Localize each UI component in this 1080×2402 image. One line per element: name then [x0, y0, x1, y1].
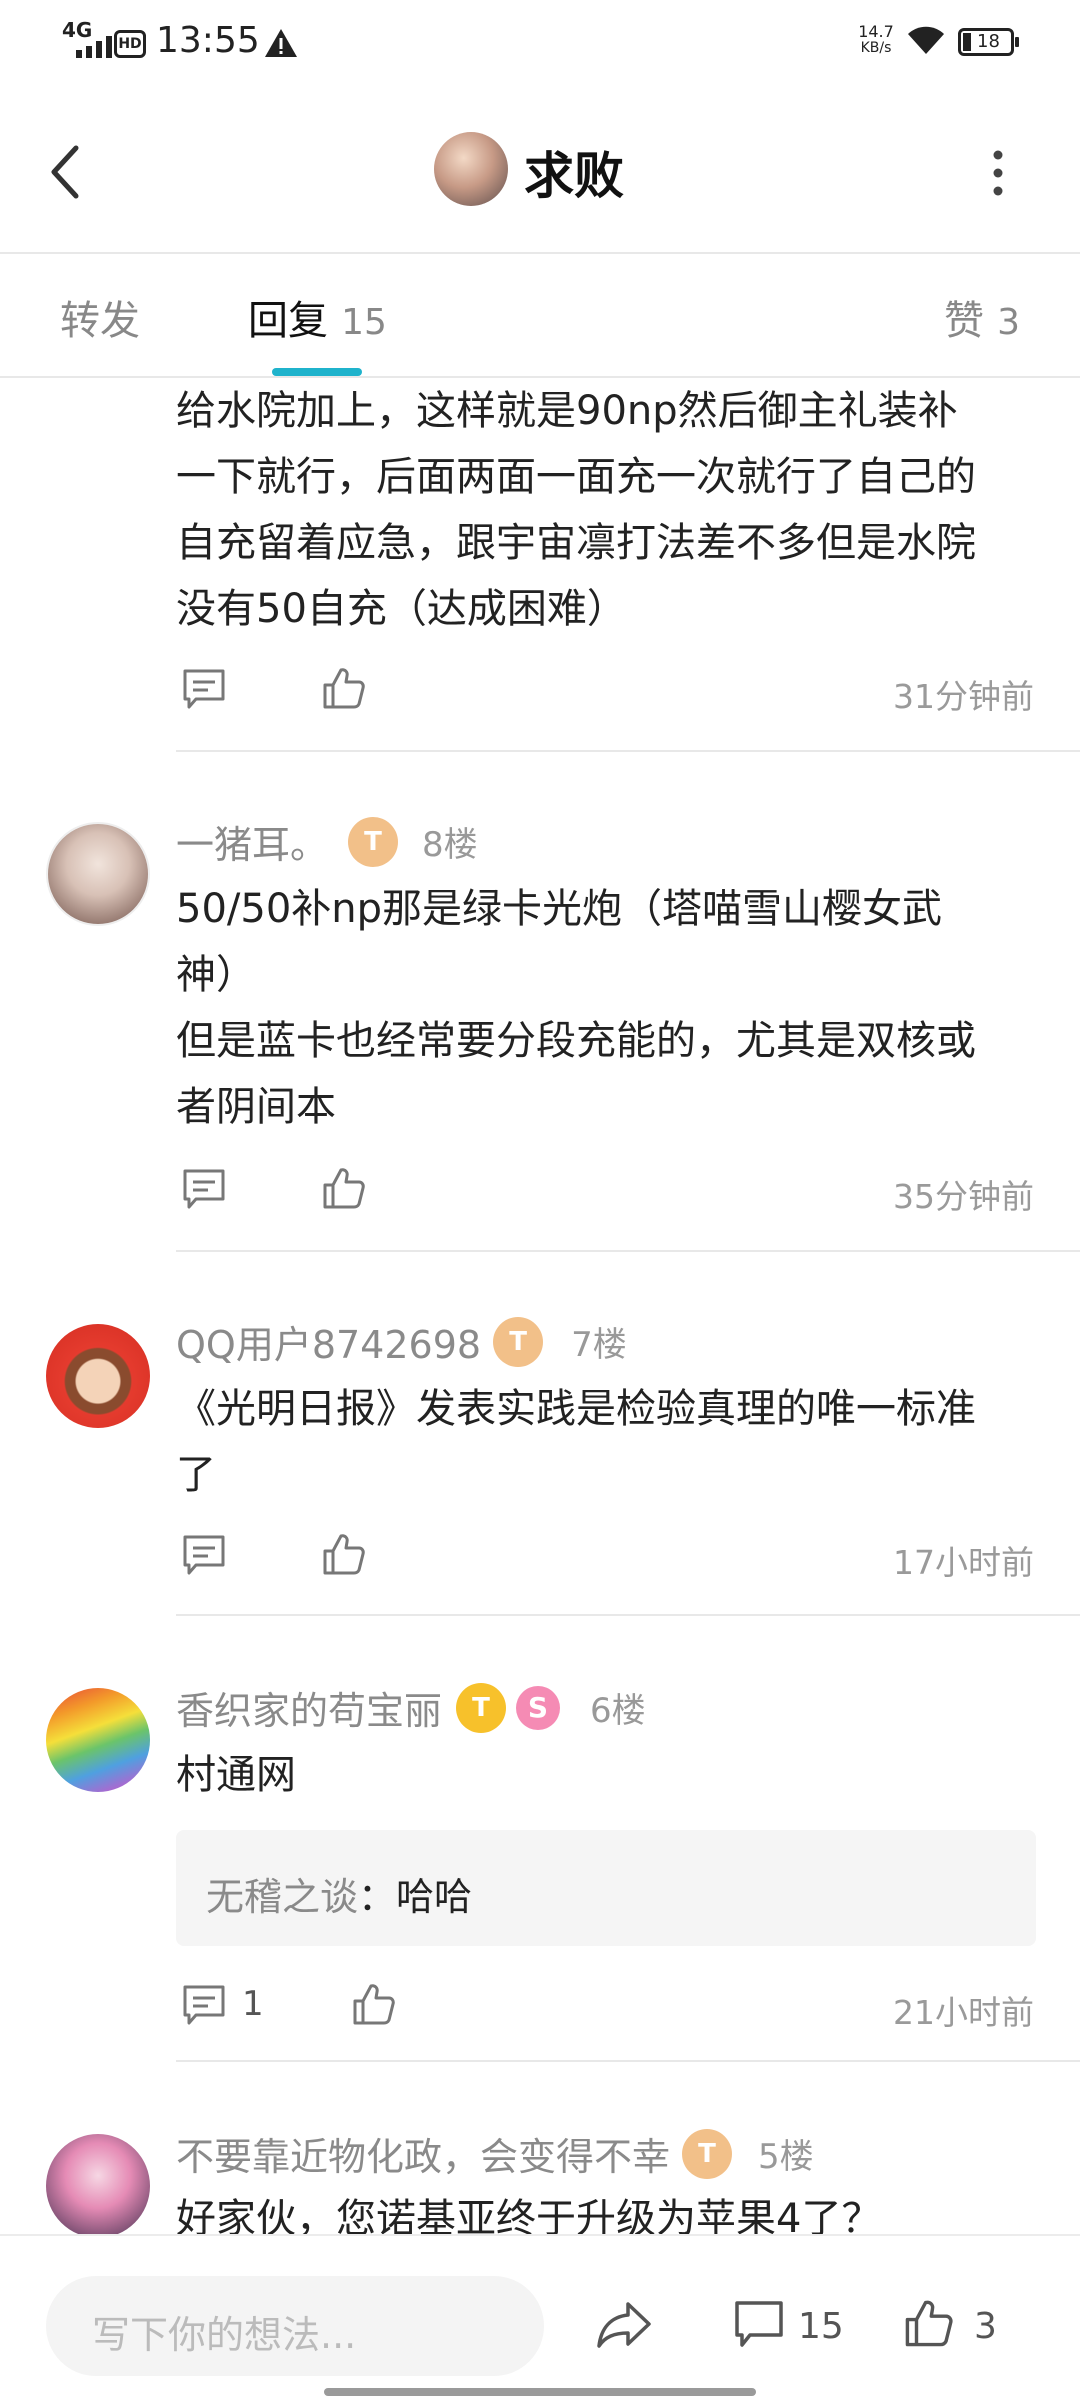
- comment-text: 《光明日报》发表实践是检验真理的唯一标准 了: [176, 1386, 976, 1498]
- tab-count: 3: [997, 302, 1020, 343]
- back-icon[interactable]: [46, 144, 86, 200]
- comment-icon[interactable]: [734, 2300, 784, 2348]
- like-count[interactable]: 3: [974, 2306, 997, 2347]
- warning-icon: [265, 29, 297, 57]
- status-bar: 4G HD 13:55 14.7 KB/s 18: [0, 0, 1080, 84]
- comment-text: 村通网: [176, 1752, 296, 1798]
- comment-icon[interactable]: [182, 1534, 226, 1576]
- user-avatar[interactable]: [46, 1688, 150, 1792]
- reply-count: 1: [242, 1984, 264, 2024]
- user-avatar[interactable]: [46, 2134, 150, 2238]
- level-badge-icon: T: [682, 2128, 733, 2179]
- floor-number: 7楼: [571, 1325, 627, 1365]
- quote-author[interactable]: 无稽之谈: [206, 1875, 358, 1919]
- like-icon[interactable]: [904, 2298, 954, 2348]
- level-badge-icon: T: [348, 816, 399, 867]
- quote-text: 哈哈: [396, 1875, 473, 1919]
- comment-time: 31分钟前: [893, 677, 1034, 716]
- tab-bar: 转发 回复 15 赞 3: [0, 254, 1080, 376]
- tab-label: 赞: [944, 298, 984, 344]
- user-name[interactable]: 不要靠近物化政，会变得不幸: [176, 2126, 670, 2181]
- user-avatar[interactable]: [46, 1324, 150, 1428]
- tab-indicator: [272, 368, 362, 376]
- floor-number: 6楼: [590, 1691, 646, 1731]
- more-icon[interactable]: [990, 148, 1006, 198]
- comment-meta: 不要靠近物化政，会变得不幸 T 5楼: [176, 2126, 814, 2181]
- comment-time: 35分钟前: [893, 1177, 1034, 1216]
- quoted-reply[interactable]: 无稽之谈：哈哈: [176, 1830, 1036, 1946]
- comment-meta: 一猪耳。 T 8楼: [176, 814, 478, 869]
- signal-icon: 4G: [62, 18, 112, 58]
- comment-text: 给水院加上，这样就是90np然后御主礼装补 一下就行，后面两面一面充一次就行了自…: [176, 388, 976, 632]
- net-speed: 14.7 KB/s: [858, 22, 894, 57]
- status-time: 13:55: [156, 20, 260, 61]
- input-placeholder: 写下你的想法...: [92, 2313, 357, 2357]
- comment-divider: [176, 1250, 1080, 1252]
- like-icon[interactable]: [322, 1532, 366, 1576]
- comment-text: 50/50补np那是绿卡光炮（塔喵雪山樱女武 神） 但是蓝卡也经常要分段充能的，…: [176, 886, 976, 1130]
- bottom-bar: 写下你的想法... 15 3: [0, 2234, 1080, 2402]
- user-name[interactable]: 香织家的苟宝丽: [176, 1680, 442, 1735]
- battery-level: 18: [977, 31, 1000, 52]
- tab-label: 回复: [248, 298, 328, 344]
- tab-label: 转发: [60, 298, 140, 344]
- page-title: 求败: [524, 147, 624, 205]
- wifi-icon: [908, 26, 944, 54]
- comment-count[interactable]: 15: [798, 2306, 844, 2347]
- comment-time: 21小时前: [893, 1993, 1034, 2032]
- comment-meta: QQ用户8742698 T 7楼: [176, 1314, 627, 1369]
- battery-icon: 18: [958, 28, 1019, 56]
- user-avatar[interactable]: [46, 822, 150, 926]
- tab-repost[interactable]: 转发: [60, 288, 140, 346]
- comment-time: 17小时前: [893, 1543, 1034, 1582]
- header: 求败: [0, 84, 1080, 252]
- tab-count: 15: [341, 302, 387, 343]
- comment-meta: 香织家的苟宝丽 T S 6楼: [176, 1680, 646, 1735]
- header-avatar[interactable]: [434, 132, 508, 206]
- tab-replies[interactable]: 回复 15: [248, 288, 387, 346]
- comment-icon[interactable]: [182, 668, 226, 710]
- tab-likes[interactable]: 赞 3: [944, 288, 1020, 346]
- share-icon[interactable]: [596, 2300, 652, 2350]
- member-badge-icon: S: [516, 1685, 561, 1730]
- level-badge-icon: T: [456, 1682, 507, 1733]
- comment-icon[interactable]: [182, 1168, 226, 1210]
- user-name[interactable]: QQ用户8742698: [176, 1314, 481, 1369]
- comment-input[interactable]: 写下你的想法...: [46, 2276, 544, 2376]
- comment-icon[interactable]: [182, 1984, 226, 2026]
- like-icon[interactable]: [352, 1982, 396, 2026]
- comment-divider: [176, 1614, 1080, 1616]
- like-icon[interactable]: [322, 1166, 366, 1210]
- floor-number: 5楼: [758, 2137, 814, 2177]
- like-icon[interactable]: [322, 666, 366, 710]
- user-name[interactable]: 一猪耳。: [176, 814, 328, 869]
- quote-separator: ：: [358, 1875, 397, 1919]
- comment-divider: [176, 2060, 1080, 2062]
- hd-icon: HD: [114, 30, 146, 58]
- comment-divider: [176, 750, 1080, 752]
- floor-number: 8楼: [422, 825, 478, 865]
- level-badge-icon: T: [493, 1316, 544, 1367]
- home-indicator[interactable]: [324, 2388, 756, 2396]
